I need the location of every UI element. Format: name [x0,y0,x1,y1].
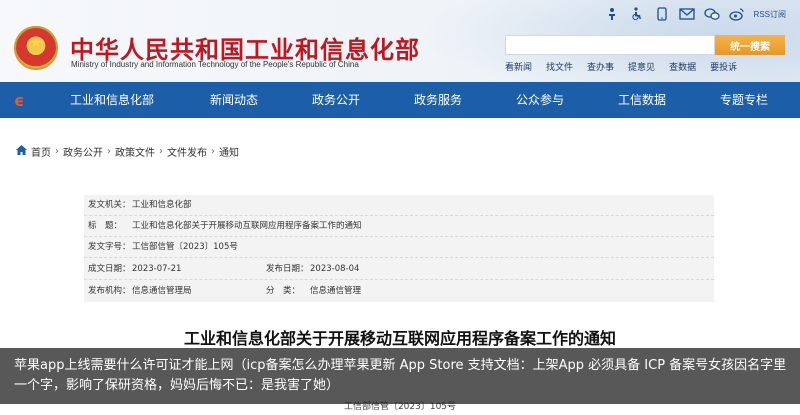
issuer-value: 工业和信息化部 [132,200,192,210]
document-info-table: 发文机关： 工业和信息化部 标 题： 工业和信息化部关于开展移动互联网应用程序备… [84,195,714,302]
quick-link-files[interactable]: 找文件 [546,60,573,73]
nav-item-government-affairs[interactable]: 政务公开 [312,82,360,118]
nav-item-topics[interactable]: 专题专栏 [720,82,768,118]
number-value: 工信部信管〔2023〕105号 [132,242,238,252]
caption-text: 苹果app上线需要什么许可证才能上网（icp备案怎么办理苹果更新 App Sto… [14,358,787,393]
mobile-icon[interactable] [654,6,670,22]
main-nav: ϵ 工业和信息化部 新闻动态 政务公开 政务服务 公众参与 工信数据 专题专栏 [0,82,800,118]
issuer-label: 发文机关： [88,200,131,210]
nav-item-services[interactable]: 政务服务 [414,82,462,118]
search-button[interactable]: 统一搜索 [715,35,785,55]
published-label: 发布日期： [266,264,309,274]
accessibility-icon[interactable] [629,6,645,22]
nav-item-ministry[interactable]: 工业和信息化部 [70,82,154,118]
breadcrumb-home[interactable]: 首页 [31,144,51,159]
quick-links: 看新闻 找文件 查办事 提意见 查数据 要投诉 [505,60,751,73]
elder-mode-icon[interactable] [604,6,620,22]
created-label: 成文日期： [88,264,131,274]
title-label: 标 题： [88,221,123,231]
created-value: 2023-07-21 [132,264,182,274]
breadcrumb-policy-files[interactable]: 政策文件 [115,144,155,159]
document-title: 工业和信息化部关于开展移动互联网应用程序备案工作的通知 [183,329,616,348]
mail-icon[interactable] [678,6,695,22]
title-value: 工业和信息化部关于开展移动互联网应用程序备案工作的通知 [132,221,362,231]
nav-item-participation[interactable]: 公众参与 [516,82,564,118]
national-emblem-icon[interactable]: ★ [14,26,58,70]
wechat-icon[interactable] [703,6,720,22]
org-value: 信息通信管理局 [132,286,192,296]
site-header: ★ 中华人民共和国工业和信息化部 Ministry of Industry an… [0,0,800,82]
info-row-issuer: 发文机关： 工业和信息化部 [84,195,714,216]
info-row-org: 发布机构： 信息通信管理局 分 类： 信息通信管理 [84,281,714,302]
breadcrumb-separator: › [55,146,59,157]
category-value: 信息通信管理 [310,286,362,296]
top-toolbar: RSS订阅 [604,6,786,22]
weibo-icon[interactable] [728,6,745,22]
category-label: 分 类： [266,286,301,296]
breadcrumb-separator: › [107,146,111,157]
breadcrumb-separator: › [211,146,215,157]
info-row-dates: 成文日期： 2023-07-21 发布日期： 2023-08-04 [84,259,714,280]
home-icon [16,145,27,158]
quick-link-data[interactable]: 查数据 [669,60,696,73]
rss-link[interactable]: RSS订阅 [754,9,786,20]
quick-link-complaint[interactable]: 要投诉 [710,60,737,73]
org-label: 发布机构： [88,286,131,296]
quick-link-feedback[interactable]: 提意见 [628,60,655,73]
breadcrumb-notice[interactable]: 通知 [219,144,239,159]
nav-item-data[interactable]: 工信数据 [618,82,666,118]
number-label: 发文字号： [88,242,131,252]
breadcrumb-gov-affairs[interactable]: 政务公开 [63,144,103,159]
breadcrumb-separator: › [159,146,163,157]
published-value: 2023-08-04 [310,264,360,274]
quick-link-news[interactable]: 看新闻 [505,60,532,73]
site-subtitle: Ministry of Industry and Information Tec… [71,60,359,69]
breadcrumb: 首页 › 政务公开 › 政策文件 › 文件发布 › 通知 [16,144,239,159]
home-logo-icon[interactable]: ϵ [14,91,32,110]
nav-item-news[interactable]: 新闻动态 [210,82,258,118]
info-row-title: 标 题： 工业和信息化部关于开展移动互联网应用程序备案工作的通知 [84,216,714,237]
quick-link-services[interactable]: 查办事 [587,60,614,73]
search-input[interactable] [505,35,715,55]
breadcrumb-file-release[interactable]: 文件发布 [167,144,207,159]
info-row-number: 发文字号： 工信部信管〔2023〕105号 [84,237,714,258]
